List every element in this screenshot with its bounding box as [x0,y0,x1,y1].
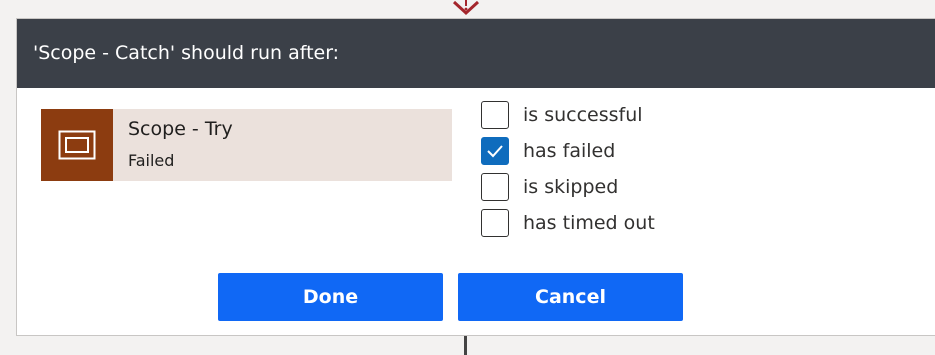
action-status: Failed [128,151,175,170]
option-is-skipped[interactable]: is skipped [481,169,655,205]
predecessor-action-card: Scope - Try Failed [41,109,452,181]
scope-icon [58,130,96,160]
option-has-failed[interactable]: has failed [481,133,655,169]
checkbox-is-successful[interactable] [481,101,509,129]
option-label: is skipped [523,176,619,198]
dialog-title: 'Scope - Catch' should run after: [17,19,935,88]
connector-line [464,336,467,355]
checkbox-has-timed-out[interactable] [481,209,509,237]
checkbox-has-failed[interactable] [481,137,509,165]
option-label: is successful [523,104,643,126]
checkmark-icon [487,145,503,158]
action-name: Scope - Try [128,118,233,140]
run-after-dialog: 'Scope - Catch' should run after: Scope … [16,18,935,336]
option-has-timed-out[interactable]: has timed out [481,205,655,241]
done-button[interactable]: Done [218,273,443,321]
checkbox-is-skipped[interactable] [481,173,509,201]
option-label: has failed [523,140,616,162]
action-icon-tile [41,109,113,181]
connector-arrow-icon [452,0,480,16]
option-label: has timed out [523,212,655,234]
run-after-options: is successful has failed is skipped has … [481,97,655,241]
option-is-successful[interactable]: is successful [481,97,655,133]
cancel-button[interactable]: Cancel [458,273,683,321]
